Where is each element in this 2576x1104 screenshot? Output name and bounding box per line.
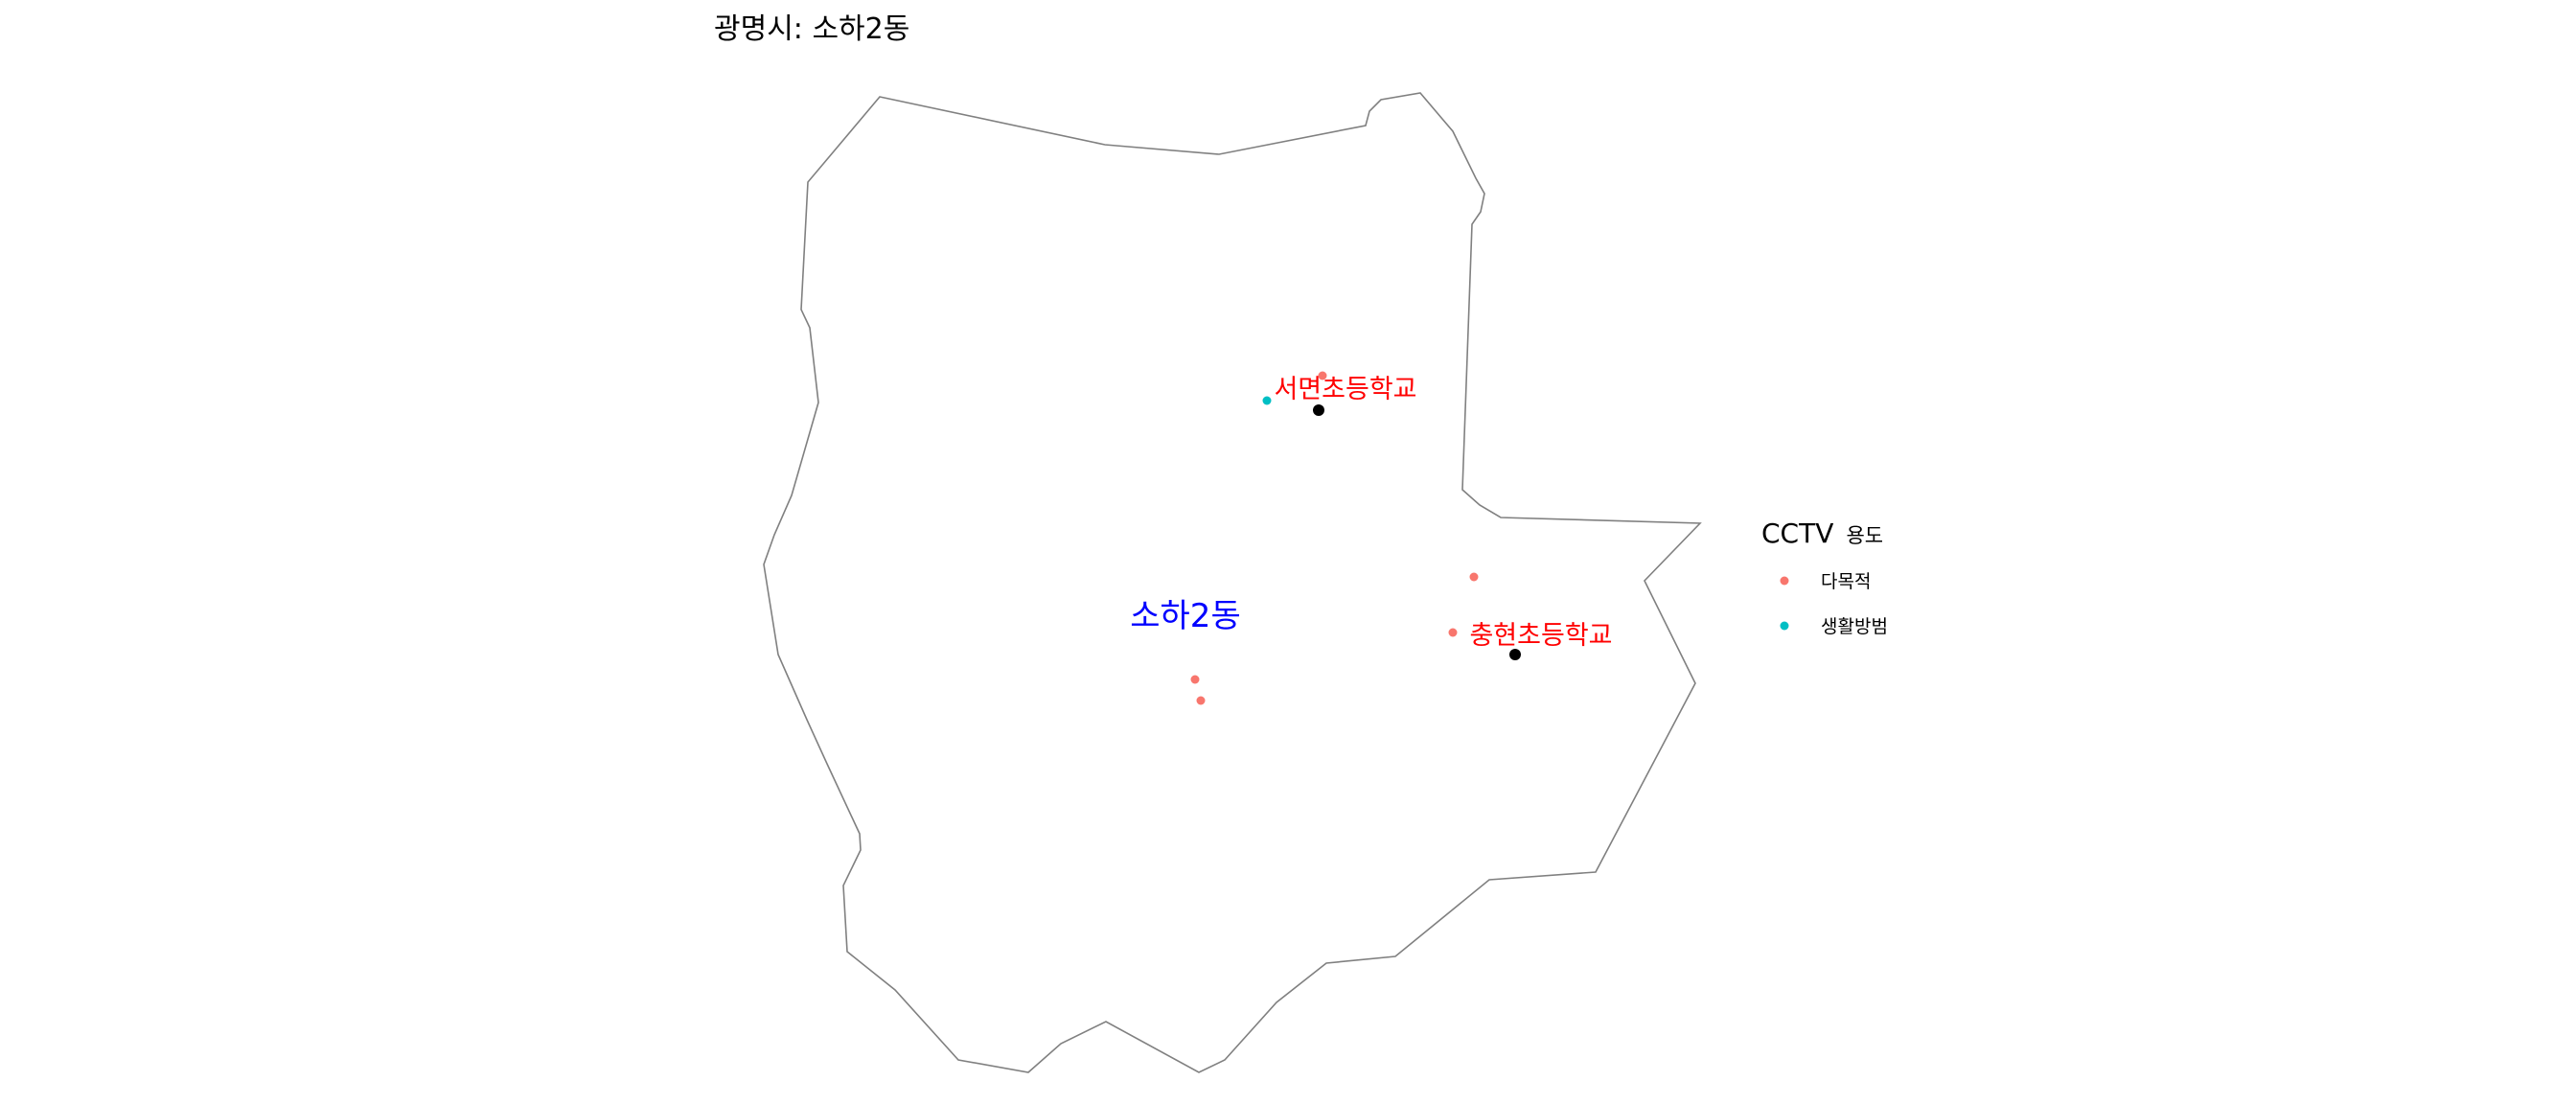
legend: CCTV 용도 다목적 생활방범 — [1761, 518, 1888, 637]
map-title: 광명시: 소하2동 — [714, 12, 909, 46]
legend-title-sub: 용도 — [1846, 524, 1883, 547]
map-canvas: 광명시: 소하2동 소하2동 서면초등학교 충현초등학교 CCTV 용도 다목적… — [714, 12, 1888, 1073]
legend-key-crime-prevention — [1780, 621, 1789, 631]
cctv-point — [1190, 675, 1200, 684]
legend-label-multipurpose: 다목적 — [1821, 571, 1871, 592]
cctv-point — [1469, 572, 1479, 582]
legend-title: CCTV 용도 — [1761, 518, 1883, 549]
cctv-point — [1262, 396, 1272, 405]
school-label-chunghyeon: 충현초등학교 — [1469, 621, 1612, 651]
district-label: 소하2동 — [1130, 597, 1240, 635]
legend-label-crime-prevention: 생활방범 — [1821, 616, 1888, 637]
school-label-seomyeon: 서면초등학교 — [1274, 375, 1416, 404]
cctv-point — [1448, 628, 1458, 637]
school-marker-seomyeon — [1313, 404, 1324, 416]
legend-title-main: CCTV — [1761, 518, 1833, 549]
cctv-point — [1196, 696, 1206, 705]
district-boundary — [763, 92, 1702, 1073]
legend-key-multipurpose — [1780, 576, 1789, 586]
